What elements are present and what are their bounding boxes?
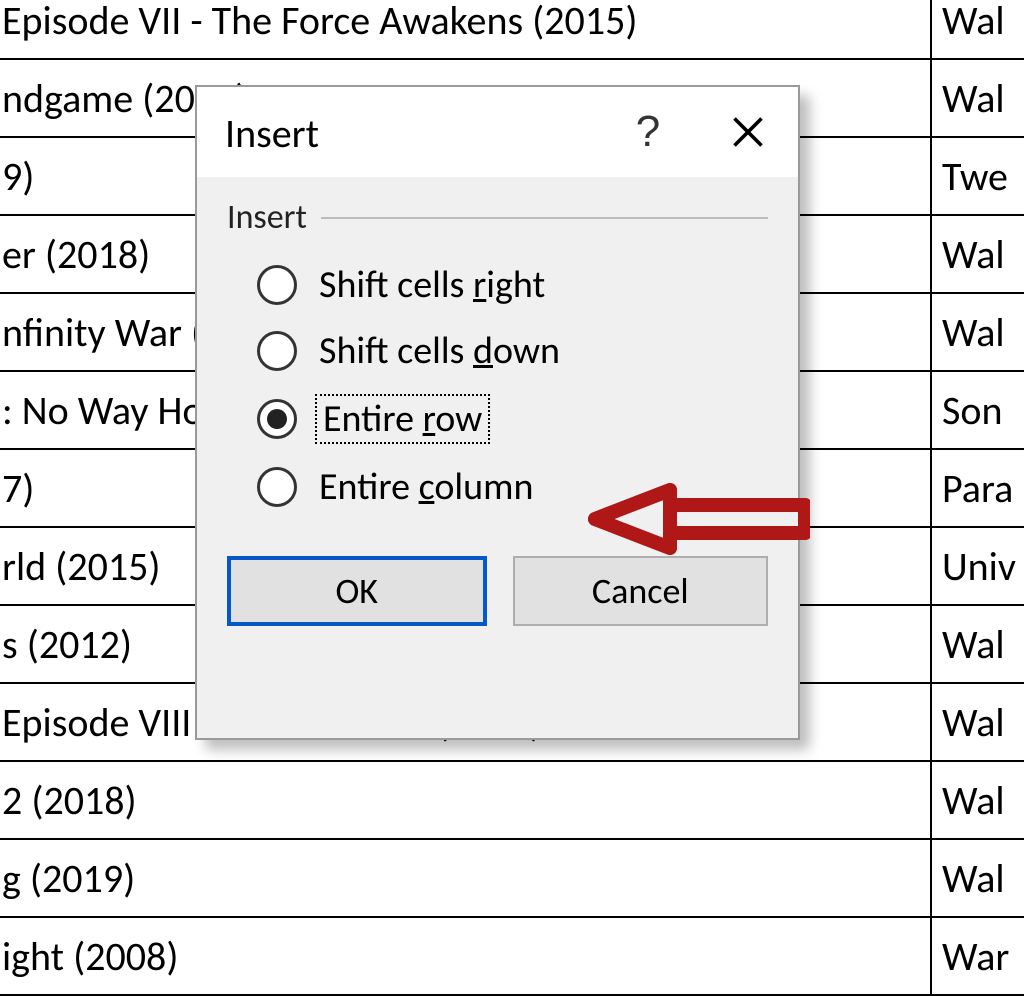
radio-label: Entire column bbox=[315, 464, 537, 510]
cell-studio[interactable]: Wal bbox=[931, 0, 1024, 59]
cell-title[interactable]: 2 (2018) bbox=[0, 761, 931, 839]
table-row: ight (2008)War bbox=[0, 917, 1024, 995]
cell-studio[interactable]: Son bbox=[931, 371, 1024, 449]
cell-title[interactable]: Episode VII - The Force Awakens (2015) bbox=[0, 0, 931, 59]
help-button[interactable]: ? bbox=[598, 87, 698, 177]
dialog-title: Insert bbox=[197, 87, 598, 177]
cancel-button[interactable]: Cancel bbox=[513, 556, 769, 626]
dialog-titlebar: Insert ? bbox=[197, 87, 798, 177]
radio-entire-row[interactable]: Entire row bbox=[257, 394, 768, 444]
cell-studio[interactable]: Wal bbox=[931, 761, 1024, 839]
close-icon bbox=[730, 114, 766, 150]
group-label-row: Insert bbox=[227, 197, 768, 238]
cell-title[interactable]: ight (2008) bbox=[0, 917, 931, 995]
radio-icon bbox=[257, 399, 297, 439]
radio-label: Shift cells right bbox=[315, 262, 549, 308]
cell-studio[interactable]: Univ bbox=[931, 527, 1024, 605]
dialog-buttons: OK Cancel bbox=[197, 530, 798, 626]
group-divider bbox=[321, 217, 768, 219]
radio-entire-column[interactable]: Entire column bbox=[257, 464, 768, 510]
radio-label: Shift cells down bbox=[315, 328, 564, 374]
table-row: Episode VII - The Force Awakens (2015)Wa… bbox=[0, 0, 1024, 59]
table-row: g (2019)Wal bbox=[0, 839, 1024, 917]
cell-studio[interactable]: Para bbox=[931, 449, 1024, 527]
radio-shift-down[interactable]: Shift cells down bbox=[257, 328, 768, 374]
cell-title[interactable]: g (2019) bbox=[0, 839, 931, 917]
cell-studio[interactable]: Wal bbox=[931, 215, 1024, 293]
table-row: 2 (2018)Wal bbox=[0, 761, 1024, 839]
radio-group: Shift cells right Shift cells down Entir… bbox=[227, 262, 768, 510]
radio-icon bbox=[257, 467, 297, 507]
group-label: Insert bbox=[227, 197, 307, 238]
cancel-label: Cancel bbox=[592, 569, 689, 613]
cell-studio[interactable]: Wal bbox=[931, 683, 1024, 761]
help-icon: ? bbox=[636, 107, 660, 157]
cell-studio[interactable]: Wal bbox=[931, 59, 1024, 137]
cell-studio[interactable]: Wal bbox=[931, 293, 1024, 371]
cell-studio[interactable]: Twe bbox=[931, 137, 1024, 215]
ok-label: OK bbox=[335, 569, 378, 613]
radio-shift-right[interactable]: Shift cells right bbox=[257, 262, 768, 308]
cell-studio[interactable]: Wal bbox=[931, 839, 1024, 917]
radio-icon bbox=[257, 331, 297, 371]
dialog-body: Insert Shift cells right Shift cells dow… bbox=[197, 177, 798, 510]
close-button[interactable] bbox=[698, 87, 798, 177]
cell-studio[interactable]: Wal bbox=[931, 605, 1024, 683]
radio-icon bbox=[257, 265, 297, 305]
radio-label: Entire row bbox=[315, 394, 490, 444]
cell-studio[interactable]: War bbox=[931, 917, 1024, 995]
ok-button[interactable]: OK bbox=[227, 556, 487, 626]
insert-dialog: Insert ? Insert Shift cells right Shift … bbox=[195, 85, 800, 740]
